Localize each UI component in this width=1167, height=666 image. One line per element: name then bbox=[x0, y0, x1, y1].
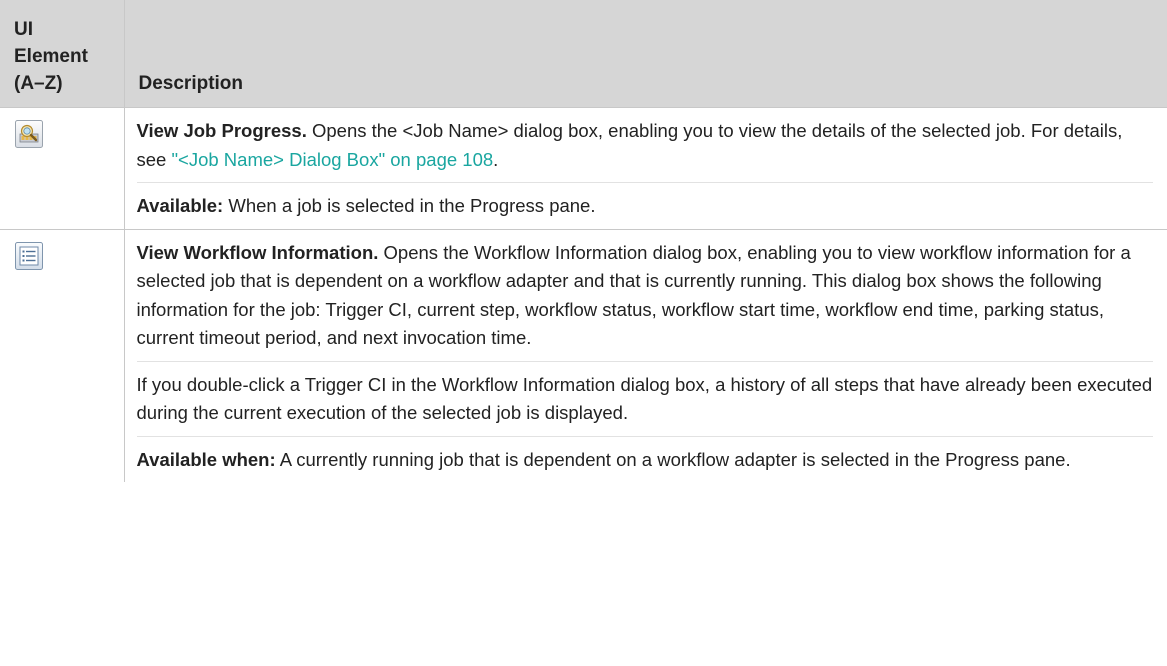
description-cell: View Workflow Information. Opens the Wor… bbox=[123, 228, 1167, 483]
description-cell: View Job Progress. Opens the <Job Name> … bbox=[123, 107, 1167, 230]
ui-elements-table: UI Element (A–Z) Description View Job Pr… bbox=[0, 0, 1167, 482]
description-paragraph-2: If you double-click a Trigger CI in the … bbox=[136, 360, 1153, 436]
icon-cell bbox=[0, 107, 125, 230]
availability-text: When a job is selected in the Progress p… bbox=[223, 195, 596, 216]
job-name-dialog-box-link[interactable]: "<Job Name> Dialog Box" on page 108 bbox=[171, 149, 493, 170]
availability-label: Available when: bbox=[136, 448, 276, 470]
description-paragraph: View Job Progress. Opens the <Job Name> … bbox=[137, 108, 1154, 182]
availability-paragraph: Available: When a job is selected in the… bbox=[136, 182, 1153, 229]
availability-label: Available: bbox=[136, 195, 224, 216]
header-ui-element-label: UI Element (A–Z) bbox=[14, 19, 88, 94]
icon-cell bbox=[0, 228, 125, 482]
term-view-job-progress: View Job Progress. bbox=[136, 120, 307, 141]
header-description-label: Description bbox=[138, 73, 244, 94]
description-text-2: If you double-click a Trigger CI in the … bbox=[136, 373, 1153, 424]
view-workflow-information-icon bbox=[15, 241, 124, 270]
header-ui-element: UI Element (A–Z) bbox=[0, 0, 125, 108]
table-header-row: UI Element (A–Z) Description bbox=[0, 0, 1167, 108]
term-view-workflow-information: View Workflow Information. bbox=[136, 241, 379, 263]
table-row-view-workflow-information: View Workflow Information. Opens the Wor… bbox=[0, 228, 1167, 483]
description-text-end: . bbox=[493, 148, 499, 170]
header-description: Description bbox=[123, 0, 1167, 108]
availability-paragraph: Available when: A currently running job … bbox=[136, 435, 1153, 483]
description-paragraph: View Workflow Information. Opens the Wor… bbox=[137, 230, 1154, 361]
table-row-view-job-progress: View Job Progress. Opens the <Job Name> … bbox=[0, 107, 1167, 230]
view-job-progress-icon bbox=[15, 120, 124, 148]
availability-text: A currently running job that is dependen… bbox=[275, 448, 1071, 470]
